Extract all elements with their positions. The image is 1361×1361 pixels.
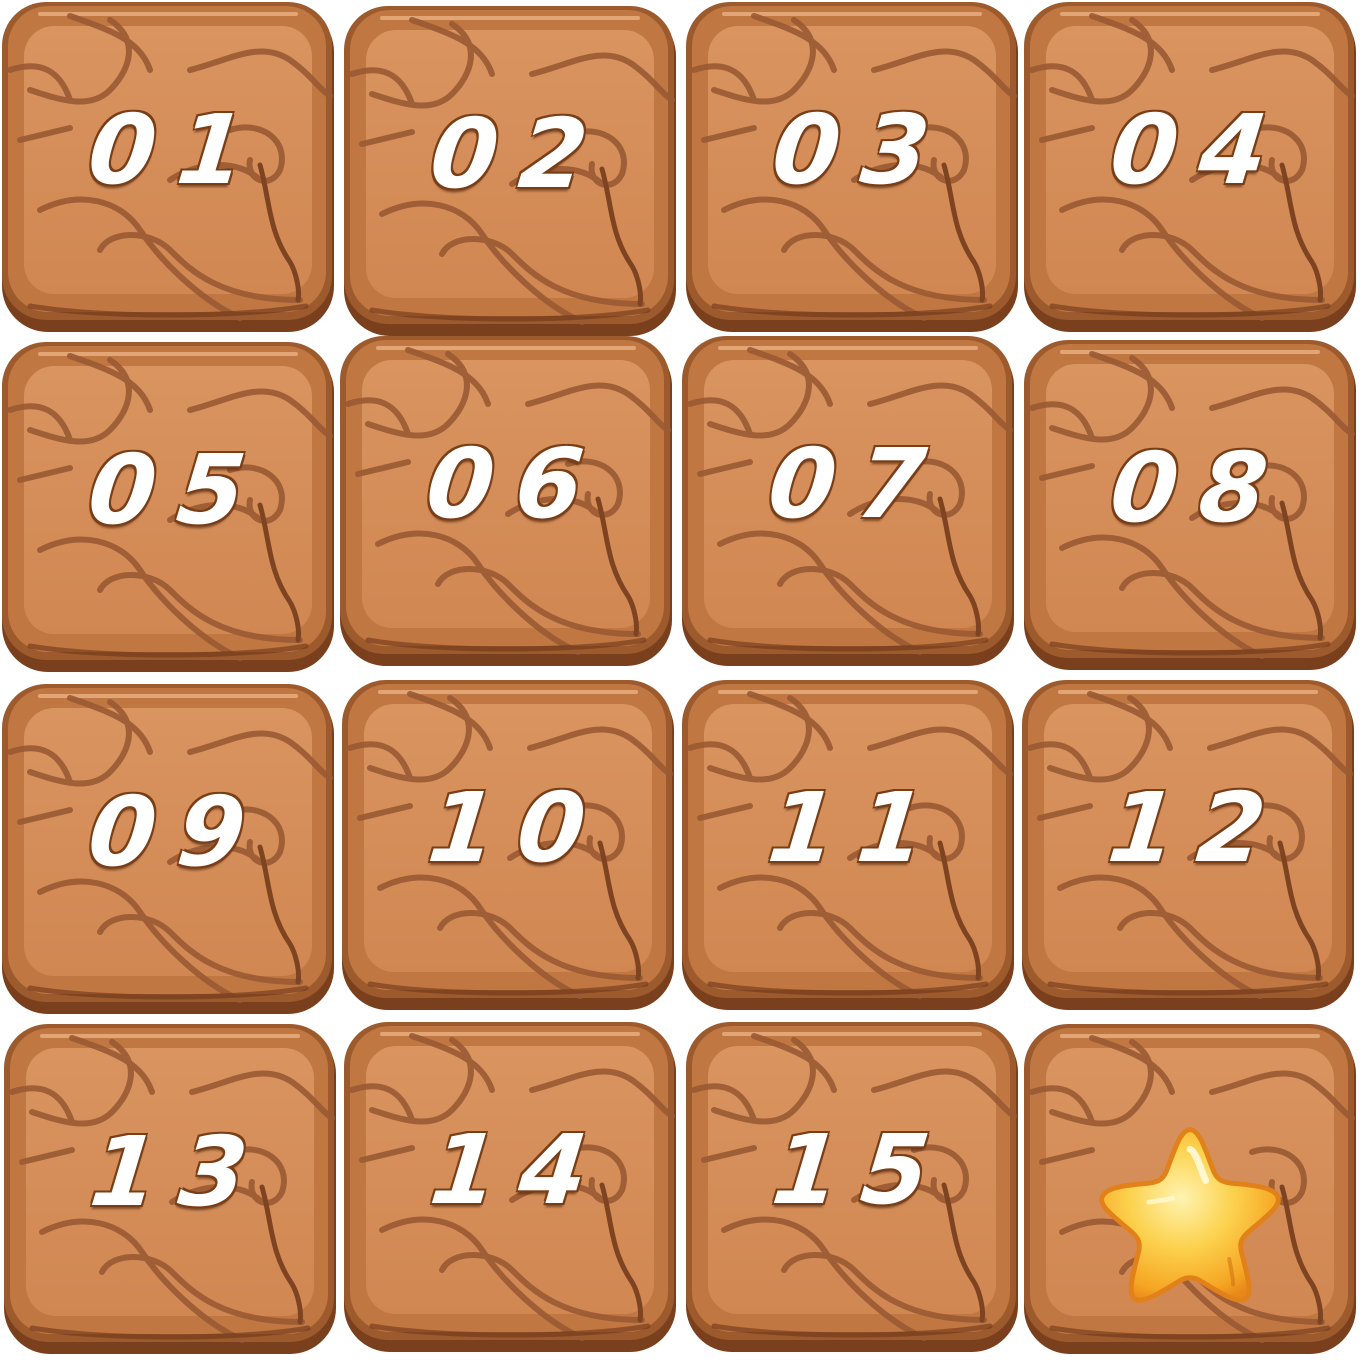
level-tile-10[interactable]: 10	[340, 678, 676, 1012]
level-tile-01[interactable]: 01	[0, 0, 336, 334]
level-tile-12[interactable]: 12	[1020, 678, 1356, 1012]
wood-tile-background	[682, 336, 1014, 666]
level-tile-13[interactable]: 13	[2, 1022, 338, 1356]
wood-tile-background	[682, 680, 1014, 1010]
level-tile-09[interactable]: 09	[0, 682, 336, 1016]
level-tile-bonus-star[interactable]	[1022, 1022, 1358, 1356]
wood-tile-background	[1024, 2, 1356, 332]
wood-tile-background	[344, 6, 676, 336]
wood-tile-background	[4, 1024, 336, 1354]
level-tile-07[interactable]: 07	[680, 334, 1016, 668]
wood-tile-background	[1024, 340, 1356, 670]
wood-tile-background	[2, 342, 334, 672]
wood-tile-background	[686, 2, 1018, 332]
level-tile-08[interactable]: 08	[1022, 338, 1358, 672]
wood-tile-background	[340, 336, 672, 666]
wood-tile-background	[342, 680, 674, 1010]
wood-tile-background	[2, 2, 334, 332]
level-board: 01 02 03 04 05 06 07 08 09 10 11 12 13 1…	[0, 0, 1361, 1361]
level-tile-06[interactable]: 06	[338, 334, 674, 668]
level-tile-14[interactable]: 14	[342, 1020, 678, 1354]
level-tile-05[interactable]: 05	[0, 340, 336, 674]
level-tile-03[interactable]: 03	[684, 0, 1020, 334]
wood-tile-background	[344, 1022, 676, 1352]
wood-tile-background	[686, 1022, 1018, 1352]
wood-tile-background	[2, 684, 334, 1014]
level-tile-11[interactable]: 11	[680, 678, 1016, 1012]
level-tile-15[interactable]: 15	[684, 1020, 1020, 1354]
wood-tile-background	[1022, 680, 1354, 1010]
level-tile-02[interactable]: 02	[342, 4, 678, 338]
level-tile-04[interactable]: 04	[1022, 0, 1358, 334]
star-icon	[1099, 1127, 1281, 1303]
